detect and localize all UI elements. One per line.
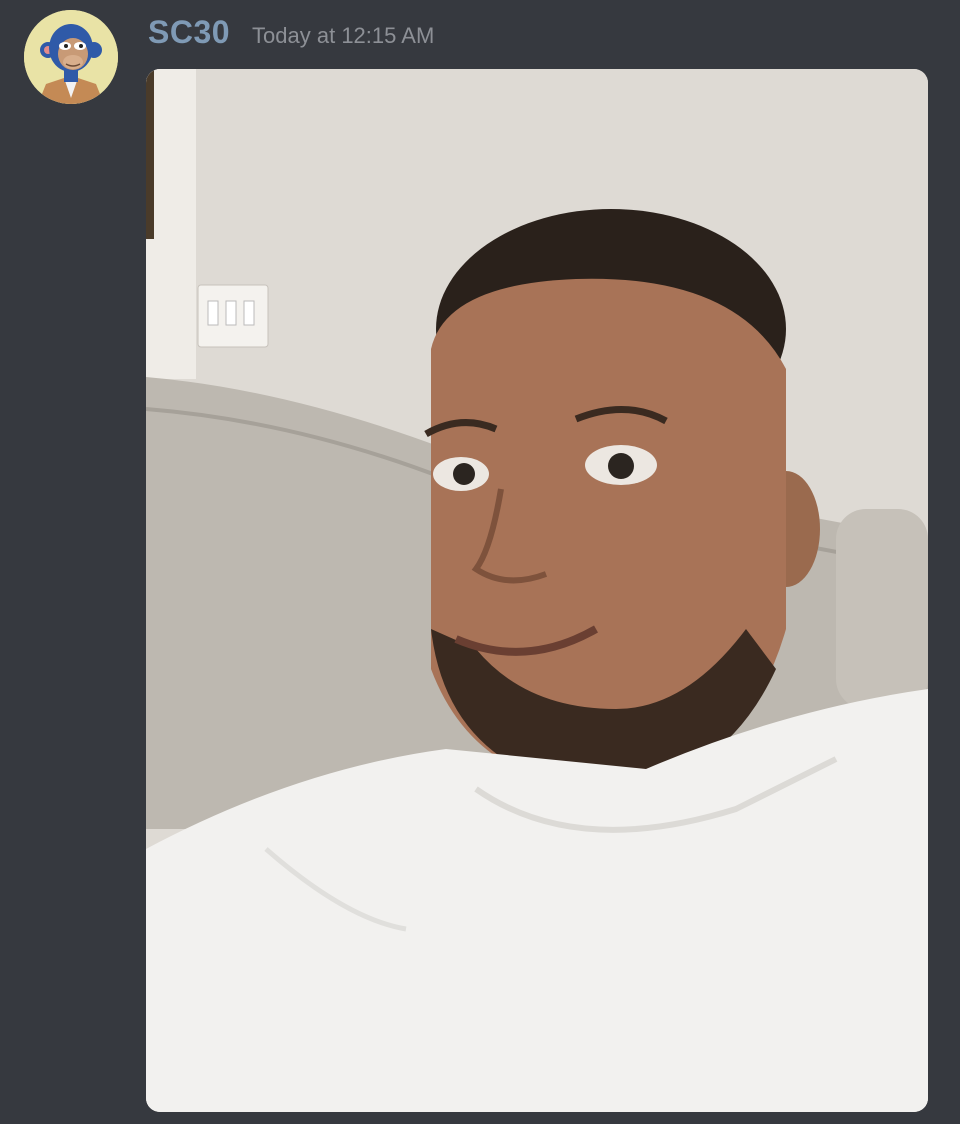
bored-ape-avatar-icon [24, 10, 118, 104]
selfie-photo-image [146, 69, 928, 1112]
message-header: SC30 Today at 12:15 AM [148, 14, 434, 58]
message-timestamp: Today at 12:15 AM [252, 23, 435, 48]
chat-message: SC30 Today at 12:15 AM [0, 0, 960, 1124]
user-avatar[interactable] [24, 10, 118, 104]
username[interactable]: SC30 [148, 14, 230, 51]
image-attachment[interactable] [146, 69, 928, 1112]
